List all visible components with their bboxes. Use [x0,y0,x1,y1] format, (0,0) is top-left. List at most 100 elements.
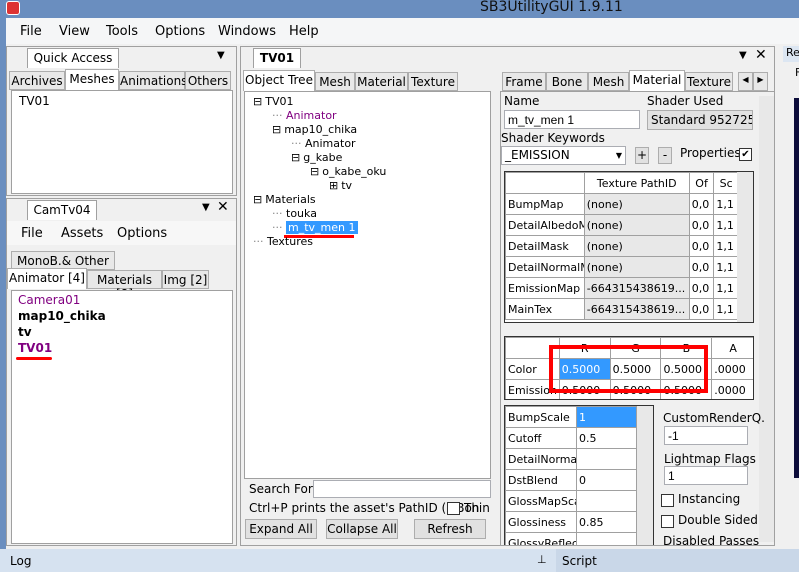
double-sided-checkbox[interactable] [661,515,674,528]
scroll-right-icon[interactable]: ▶ [753,72,768,91]
menu-assets[interactable]: Assets [61,226,103,241]
list-item[interactable]: Camera01 [18,293,80,307]
close-icon[interactable]: ✕ [217,199,229,215]
tree-node[interactable]: ⊞ tv [329,179,352,192]
add-keyword-button[interactable]: + [635,147,649,164]
expand-all-button[interactable]: Expand All [245,519,317,539]
tab-archives[interactable]: Archives [9,71,65,90]
log-tab[interactable]: Log [10,554,31,568]
expand-icon[interactable]: ⊞ [329,179,338,192]
cell[interactable]: 0,0 [688,214,715,236]
script-tab[interactable]: Script [556,549,799,572]
menu-view[interactable]: View [59,24,90,39]
cell[interactable]: 0 [576,469,637,491]
remove-keyword-button[interactable]: - [658,147,672,164]
tab-texture[interactable]: Texture [685,72,733,91]
list-item[interactable]: TV01 [18,341,52,355]
tab-bone[interactable]: Bone [546,72,588,91]
collapse-icon[interactable]: ⊟ [310,165,319,178]
tab-material[interactable]: Material [629,70,685,91]
custom-rq-input[interactable] [664,426,748,445]
cell[interactable]: (none) [583,193,690,215]
refresh-button[interactable]: Refresh [414,519,486,539]
cell[interactable]: 1,1 [713,277,739,299]
cell[interactable]: -664315438619... [583,277,690,299]
cell[interactable]: 1,1 [713,298,739,320]
cell[interactable]: -664315438619... [583,298,690,320]
tab-materials[interactable]: Materials [8] [87,270,162,301]
cell[interactable]: (none) [583,256,690,278]
menu-file[interactable]: File [21,226,43,241]
tab-object-tree[interactable]: Object Tree [243,70,315,91]
tree-node[interactable]: ··· m_tv_men 1 [272,221,358,234]
close-icon[interactable]: ✕ [755,47,767,63]
collapse-icon[interactable]: ⊟ [253,193,262,206]
tab-animator[interactable]: Animator [4] [7,268,87,289]
cell[interactable]: 0,0 [688,193,715,215]
properties-checkbox[interactable]: ✔ [739,148,752,161]
tab-img[interactable]: Img [2] [162,270,209,289]
scroll-left-icon[interactable]: ◀ [738,72,753,91]
tree-node[interactable]: ··· Animator [291,137,356,150]
tab-material[interactable]: Material [355,72,408,91]
cell[interactable]: 1,1 [713,235,739,257]
menu-options[interactable]: Options [155,24,205,39]
list-item[interactable]: TV01 [19,94,50,108]
list-item[interactable]: map10_chika [18,309,106,323]
shader-select[interactable]: Standard 952725 [647,110,753,130]
dropdown-arrow-icon[interactable]: ▼ [739,50,747,61]
editor-tab[interactable]: TV01 [253,48,301,68]
camtv-tab[interactable]: CamTv04 [27,200,97,220]
list-item[interactable]: tv [18,325,32,339]
tree-node[interactable]: ⊟ map10_chika [272,123,357,136]
menu-options[interactable]: Options [117,226,167,241]
tree-node[interactable]: ⊟ g_kabe [291,151,342,164]
tree-node[interactable]: ⊟ TV01 [253,95,293,108]
dropdown-arrow-icon[interactable]: ▼ [202,202,210,213]
tab-others[interactable]: Others [185,71,231,90]
tab-mesh[interactable]: Mesh [588,72,629,91]
cell[interactable] [576,532,637,545]
cell[interactable]: 0.5 [576,427,637,449]
collapse-icon[interactable]: ⊟ [253,95,262,108]
lightmap-input[interactable] [664,466,748,485]
vertical-scrollbar[interactable] [759,96,774,542]
cell[interactable]: (none) [583,235,690,257]
cell[interactable] [576,490,637,512]
tab-mesh[interactable]: Mesh [315,72,355,91]
collapse-all-button[interactable]: Collapse All [326,519,398,539]
tree-node[interactable]: ⊟ Materials [253,193,316,206]
menu-windows[interactable]: Windows [218,24,276,39]
collapse-icon[interactable]: ⊟ [291,151,300,164]
thin-checkbox[interactable] [447,502,460,515]
tree-node[interactable]: ··· touka [272,207,317,220]
cell[interactable]: 0.85 [576,511,637,533]
cell[interactable]: 0,0 [688,277,715,299]
object-tree[interactable]: ⊟ TV01 ··· Animator ⊟ map10_chika ··· Animato… [244,91,491,479]
tab-frame[interactable]: Frame [502,72,546,91]
tab-meshes[interactable]: Meshes [65,69,119,90]
name-input[interactable] [504,110,640,129]
tab-texture[interactable]: Texture [408,72,458,91]
cell[interactable]: 1 [576,406,637,428]
cell[interactable]: 0,0 [688,256,715,278]
tab-animations[interactable]: Animations [119,71,187,90]
dropdown-arrow-icon[interactable]: ▼ [217,50,225,61]
quick-access-tab[interactable]: Quick Access [27,48,119,68]
cell[interactable] [576,448,637,470]
texture-grid-scrollbar[interactable] [737,172,753,322]
search-input[interactable] [313,480,491,498]
collapse-icon[interactable]: ⊟ [272,123,281,136]
instancing-checkbox[interactable] [661,494,674,507]
cell[interactable]: 1,1 [713,214,739,236]
tree-node[interactable]: ··· Animator [272,109,337,122]
keywords-select[interactable]: _EMISSION ▼ [501,146,626,165]
menu-tools[interactable]: Tools [106,24,138,39]
float-grid-scrollbar[interactable] [637,406,653,545]
menu-help[interactable]: Help [289,24,319,39]
pin-icon[interactable]: ⊥ [537,553,547,566]
cell[interactable]: 1,1 [713,256,739,278]
tree-node[interactable]: ··· Textures [253,235,313,248]
cell[interactable]: (none) [583,214,690,236]
right-panel-tab[interactable]: Re [783,46,799,62]
